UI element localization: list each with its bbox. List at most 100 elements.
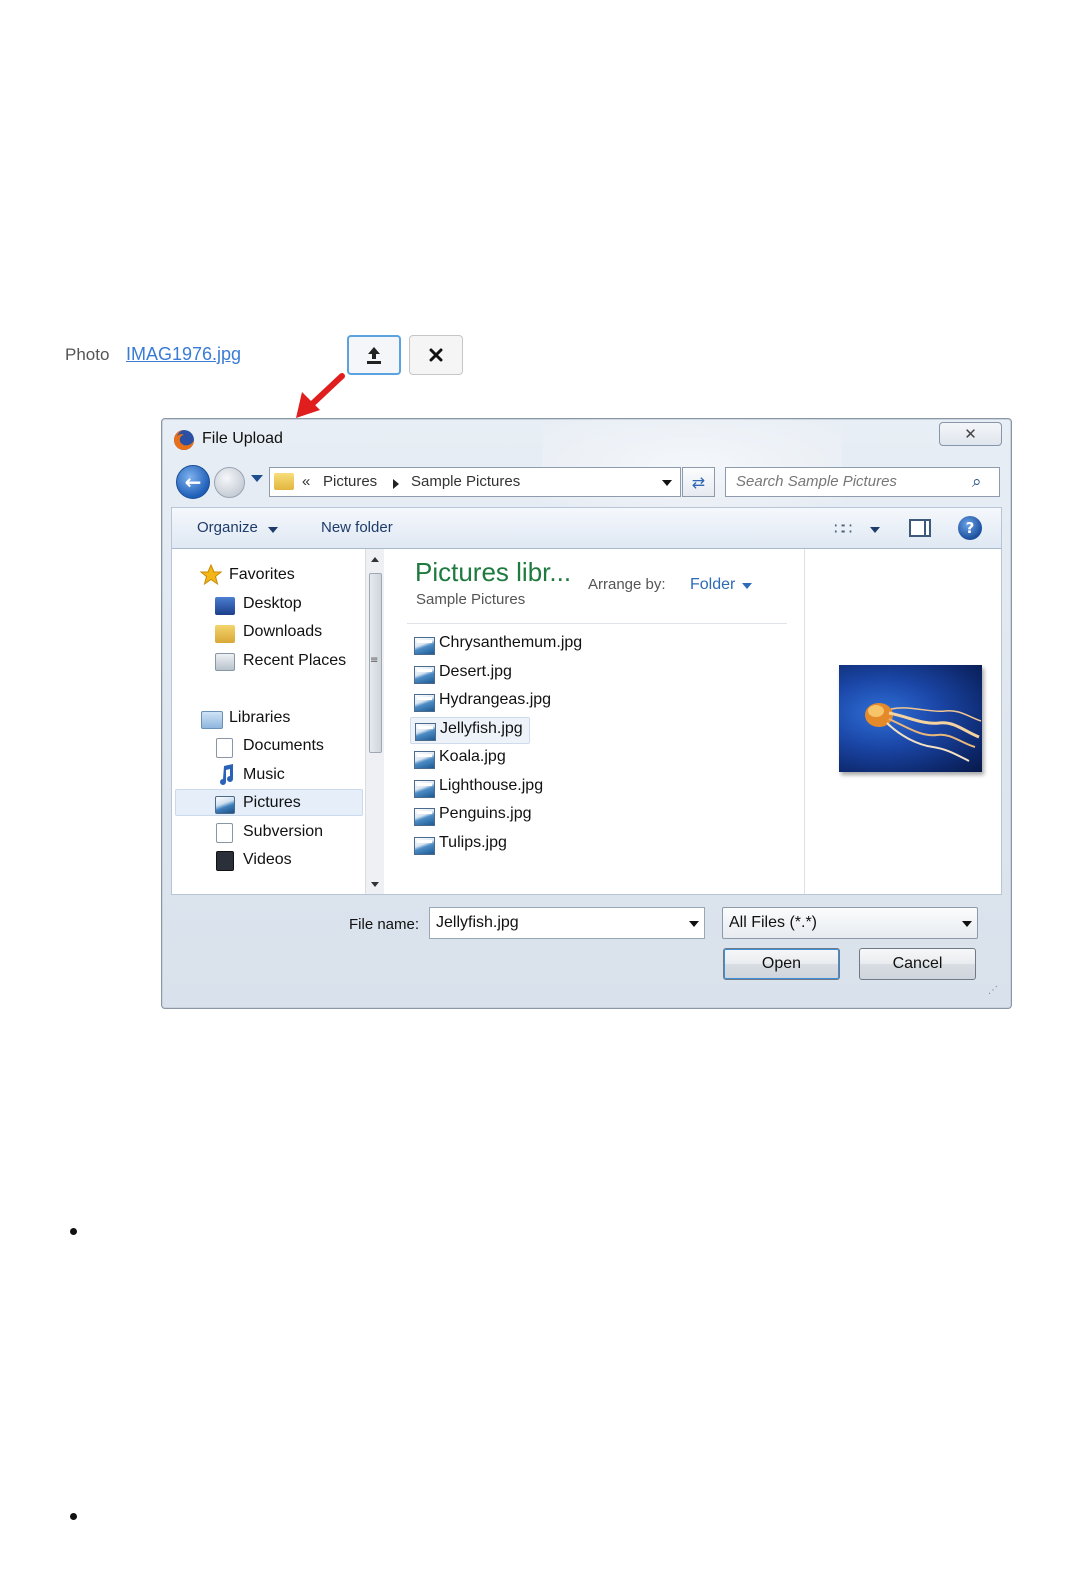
file-name-input[interactable]: Jellyfish.jpg [429,907,705,939]
file-item[interactable]: Tulips.jpg [410,832,550,859]
nav-videos[interactable]: Videos [243,851,292,869]
cancel-button[interactable]: Cancel [859,948,976,980]
subversion-icon [216,823,233,843]
nav-subversion[interactable]: Subversion [243,823,323,841]
scroll-down-icon[interactable] [371,882,379,887]
image-file-icon [414,694,435,712]
file-item[interactable]: Chrysanthemum.jpg [410,632,582,659]
file-type-select[interactable]: All Files (*.*) [722,907,978,939]
photo-label: Photo [65,345,110,364]
grip-icon: ≡ [370,655,379,666]
star-icon [200,564,222,586]
preview-pane-icon[interactable] [909,519,931,537]
list-bullet [70,1228,77,1235]
toolbar: Organize New folder ∷∷ ? [171,507,1002,549]
search-input[interactable]: Search Sample Pictures ⌕ [725,467,1000,497]
arrange-by-label: Arrange by: [588,576,666,593]
file-name: Hydrangeas.jpg [439,691,552,708]
file-item[interactable]: Koala.jpg [410,746,550,773]
chevron-down-icon[interactable] [662,480,672,486]
image-file-icon [414,808,435,826]
nav-desktop[interactable]: Desktop [243,595,302,613]
nav-scrollbar[interactable]: ≡ [365,549,384,894]
image-file-icon [414,837,435,855]
search-icon[interactable]: ⌕ [972,472,982,492]
chevron-down-icon[interactable] [689,921,699,927]
breadcrumb-sample-pictures[interactable]: Sample Pictures [411,473,520,490]
organize-button[interactable]: Organize [197,519,258,536]
chevron-down-icon[interactable] [962,921,972,927]
browser-panes: Favorites Desktop Downloads Recent Place… [171,549,1002,895]
file-item[interactable]: Penguins.jpg [410,803,550,830]
folder-icon [274,473,294,490]
address-bar[interactable]: « Pictures Sample Pictures [269,467,681,497]
recent-pages-dropdown[interactable] [251,475,263,482]
file-name: Tulips.jpg [439,834,507,851]
videos-icon [216,851,234,871]
file-type-value: All Files (*.*) [729,914,818,931]
chevron-right-icon[interactable] [393,479,399,489]
forward-button[interactable] [214,467,245,498]
photo-file-link[interactable]: IMAG1976.jpg [126,344,241,365]
libraries-icon [201,711,223,729]
firefox-icon [174,430,194,450]
file-item-selected[interactable]: Jellyfish.jpg [410,717,530,744]
file-item[interactable]: Lighthouse.jpg [410,775,550,802]
back-button[interactable]: ← [176,465,210,499]
nav-recent-places[interactable]: Recent Places [243,652,346,670]
help-icon[interactable]: ? [958,516,982,540]
dialog-title: File Upload [202,430,283,447]
search-placeholder: Search Sample Pictures [736,473,897,490]
arrange-by-dropdown[interactable]: Folder [690,576,735,594]
nav-pictures[interactable]: Pictures [243,794,301,812]
file-item[interactable]: Hydrangeas.jpg [410,689,552,716]
file-name: Koala.jpg [439,748,506,765]
file-name-label: File name: [349,916,420,933]
image-file-icon [414,780,435,798]
image-file-icon [414,751,435,769]
open-button[interactable]: Open [723,948,840,980]
recent-places-icon [215,653,235,671]
scroll-up-icon[interactable] [371,557,379,562]
remove-file-button[interactable] [409,335,463,375]
downloads-icon [215,625,235,643]
view-options-icon[interactable]: ∷∷ [834,519,852,538]
nav-libraries[interactable]: Libraries [229,709,290,727]
refresh-icon: ⇄ [691,472,706,492]
file-name-value: Jellyfish.jpg [436,914,519,931]
nav-music[interactable]: Music [243,766,285,784]
file-item[interactable]: Desert.jpg [410,661,550,688]
nav-documents[interactable]: Documents [243,737,324,755]
image-file-icon [415,723,436,741]
image-file-icon [414,637,435,655]
documents-icon [216,738,233,758]
file-name: Chrysanthemum.jpg [439,634,583,651]
breadcrumb-pictures[interactable]: Pictures [323,473,377,490]
upload-button[interactable] [347,335,401,375]
close-icon [429,348,443,362]
new-folder-button[interactable]: New folder [321,519,393,536]
image-file-icon [414,666,435,684]
refresh-button[interactable]: ⇄ [682,467,715,497]
jellyfish-preview-image [839,665,982,772]
file-name: Lighthouse.jpg [439,777,544,794]
file-name: Desert.jpg [439,663,512,680]
library-title: Pictures libr... [415,557,572,587]
nav-downloads[interactable]: Downloads [243,623,322,641]
nav-favorites[interactable]: Favorites [229,566,295,584]
dialog-close-button[interactable]: ✕ [939,422,1002,446]
file-name: Jellyfish.jpg [440,720,523,737]
annotation-arrow [296,373,345,418]
chevron-down-icon[interactable] [870,527,880,533]
chevron-down-icon[interactable] [742,583,752,589]
navigation-pane: Favorites Desktop Downloads Recent Place… [172,549,384,894]
resize-grip-icon[interactable]: ⋰ [988,985,998,996]
pictures-icon [215,796,235,814]
breadcrumb-overflow[interactable]: « [302,473,310,490]
chevron-down-icon [268,527,278,533]
file-name: Penguins.jpg [439,805,532,822]
file-upload-dialog: File Upload ✕ ← « Pictures Sample Pictur… [161,418,1012,1009]
desktop-icon [215,597,235,615]
list-bullet [70,1513,77,1520]
music-icon [220,764,233,785]
